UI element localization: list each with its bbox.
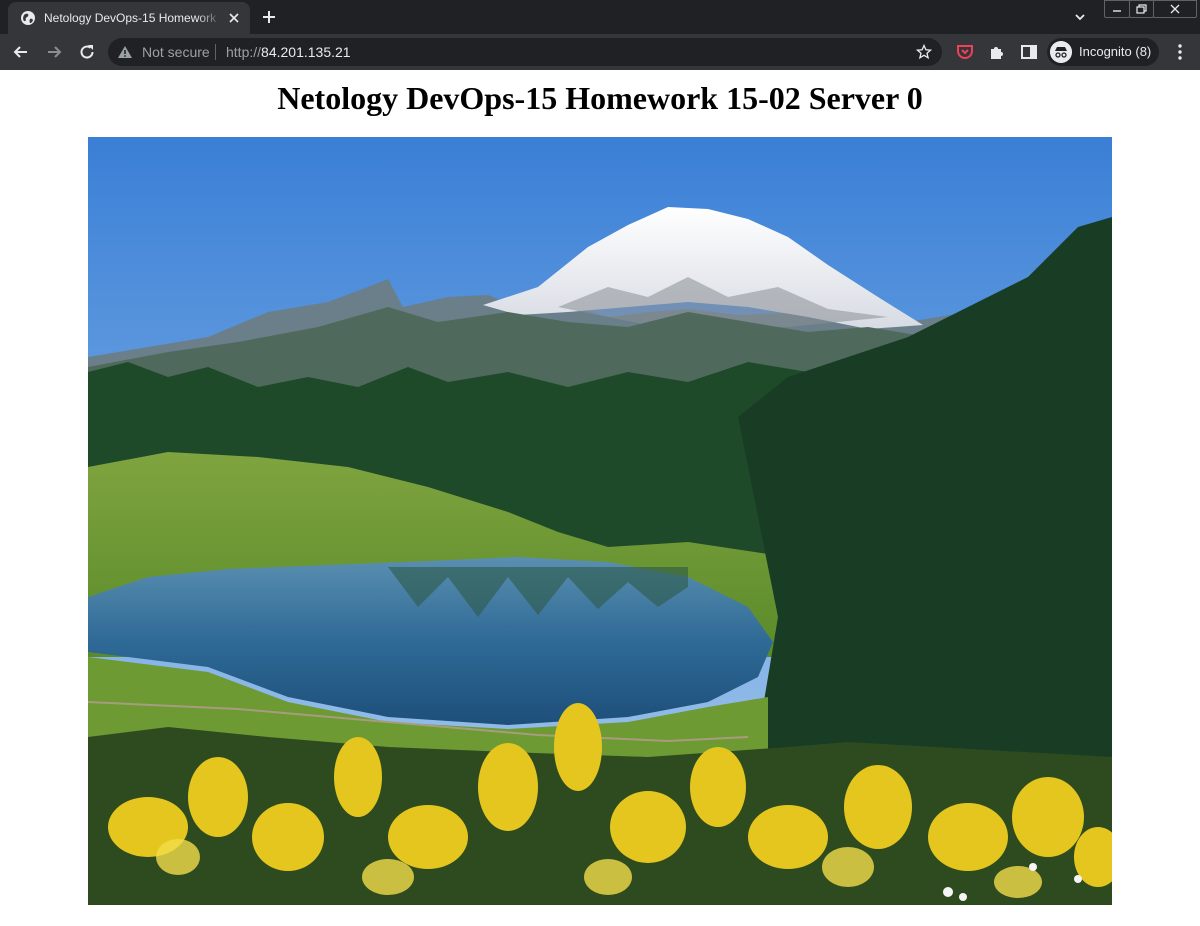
browser-tab[interactable]: Netology DevOps-15 Homework 15-02 Server… [8,2,250,34]
restore-icon [1136,4,1147,14]
url-host: 84.201.135.21 [261,44,351,60]
globe-icon [21,11,35,25]
profile-label: Incognito (8) [1079,44,1152,59]
incognito-icon [1050,41,1072,63]
url-scheme: http:// [226,44,262,60]
warning-icon[interactable] [117,44,133,60]
chevron-down-icon[interactable] [1070,7,1090,27]
close-tab-icon[interactable] [226,10,242,26]
landscape-photo [88,137,1112,905]
forward-arrow-icon[interactable] [44,42,64,62]
tab-title: Netology DevOps-15 Homework 15-02 Server… [44,11,222,25]
tab-strip: Netology DevOps-15 Homework 15-02 Server… [0,0,1200,34]
restore-button[interactable] [1129,0,1154,18]
back-arrow-icon[interactable] [11,42,31,62]
incognito-profile-button[interactable]: Incognito (8) [1047,38,1159,66]
pocket-icon[interactable] [955,42,975,62]
close-window-button[interactable] [1153,0,1197,18]
menu-kebab-icon[interactable] [1170,42,1190,62]
bookmark-star-icon[interactable] [916,44,932,60]
minimize-button[interactable] [1104,0,1130,18]
extensions-puzzle-icon[interactable] [987,42,1007,62]
new-tab-icon[interactable] [259,7,279,27]
address-bar[interactable]: Not secure http://84.201.135.21 [108,38,942,66]
close-icon [1170,4,1180,14]
web-page: Netology DevOps-15 Homework 15-02 Server… [0,70,1200,926]
browser-toolbar: Not secure http://84.201.135.21 Incognit… [0,34,1200,70]
reload-icon[interactable] [77,42,97,62]
url-text[interactable]: http://84.201.135.21 [226,44,351,60]
side-panel-icon[interactable] [1019,42,1039,62]
address-divider [215,44,216,60]
security-label[interactable]: Not secure [142,44,210,60]
minimize-icon [1113,10,1121,12]
page-heading: Netology DevOps-15 Homework 15-02 Server… [277,80,923,116]
